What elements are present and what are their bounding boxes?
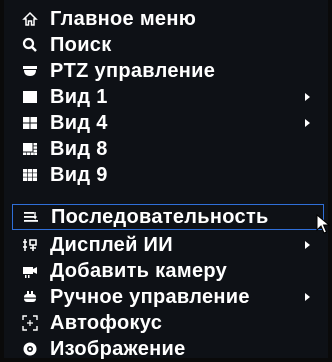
submenu-arrow-icon [305,119,310,127]
menu-item-label: Поиск [50,33,112,56]
ai-display-icon [20,235,40,255]
menu-item-autofocus[interactable]: Автофокус [12,310,324,336]
manual-control-icon [20,287,40,307]
search-icon [20,35,40,55]
menu-item-ptz-control[interactable]: PTZ управление [12,58,324,84]
mouse-cursor-icon [316,214,330,234]
menu-item-add-camera[interactable]: Добавить камеру [12,258,324,284]
menu-item-image[interactable]: Изображение [12,336,324,362]
context-menu: Главное меню Поиск PTZ управление Вид 1 … [4,0,328,360]
nine-view-icon [20,165,40,185]
menu-item-label: Добавить камеру [50,259,228,282]
menu-item-view-8[interactable]: Вид 8 [12,136,324,162]
menu-item-search[interactable]: Поиск [12,32,324,58]
autofocus-icon [20,313,40,333]
home-icon [20,9,40,29]
menu-item-label: Дисплей ИИ [50,233,173,256]
single-view-icon [20,87,40,107]
menu-item-view-4[interactable]: Вид 4 [12,110,324,136]
menu-item-label: Главное меню [50,7,197,30]
ptz-camera-icon [20,61,40,81]
menu-item-main-menu[interactable]: Главное меню [12,6,324,32]
menu-item-label: PTZ управление [50,59,216,82]
menu-item-label: Последовательность [51,205,269,228]
image-icon [20,339,40,359]
menu-item-label: Вид 9 [50,163,108,186]
submenu-arrow-icon [305,293,310,301]
menu-item-sequence[interactable]: Последовательность [12,204,324,230]
menu-item-label: Вид 4 [50,111,108,134]
add-camera-icon [20,261,40,281]
eight-view-icon [20,139,40,159]
menu-item-label: Изображение [50,337,186,360]
menu-item-ai-display[interactable]: Дисплей ИИ [12,232,324,258]
menu-item-label: Вид 8 [50,137,108,160]
menu-item-view-1[interactable]: Вид 1 [12,84,324,110]
menu-item-manual-control[interactable]: Ручное управление [12,284,324,310]
menu-item-label: Автофокус [50,311,163,334]
menu-item-view-9[interactable]: Вид 9 [12,162,324,188]
quad-view-icon [20,113,40,133]
menu-item-label: Ручное управление [50,285,250,308]
sequence-icon [21,207,41,227]
submenu-arrow-icon [305,93,310,101]
menu-item-label: Вид 1 [50,85,108,108]
submenu-arrow-icon [305,241,310,249]
